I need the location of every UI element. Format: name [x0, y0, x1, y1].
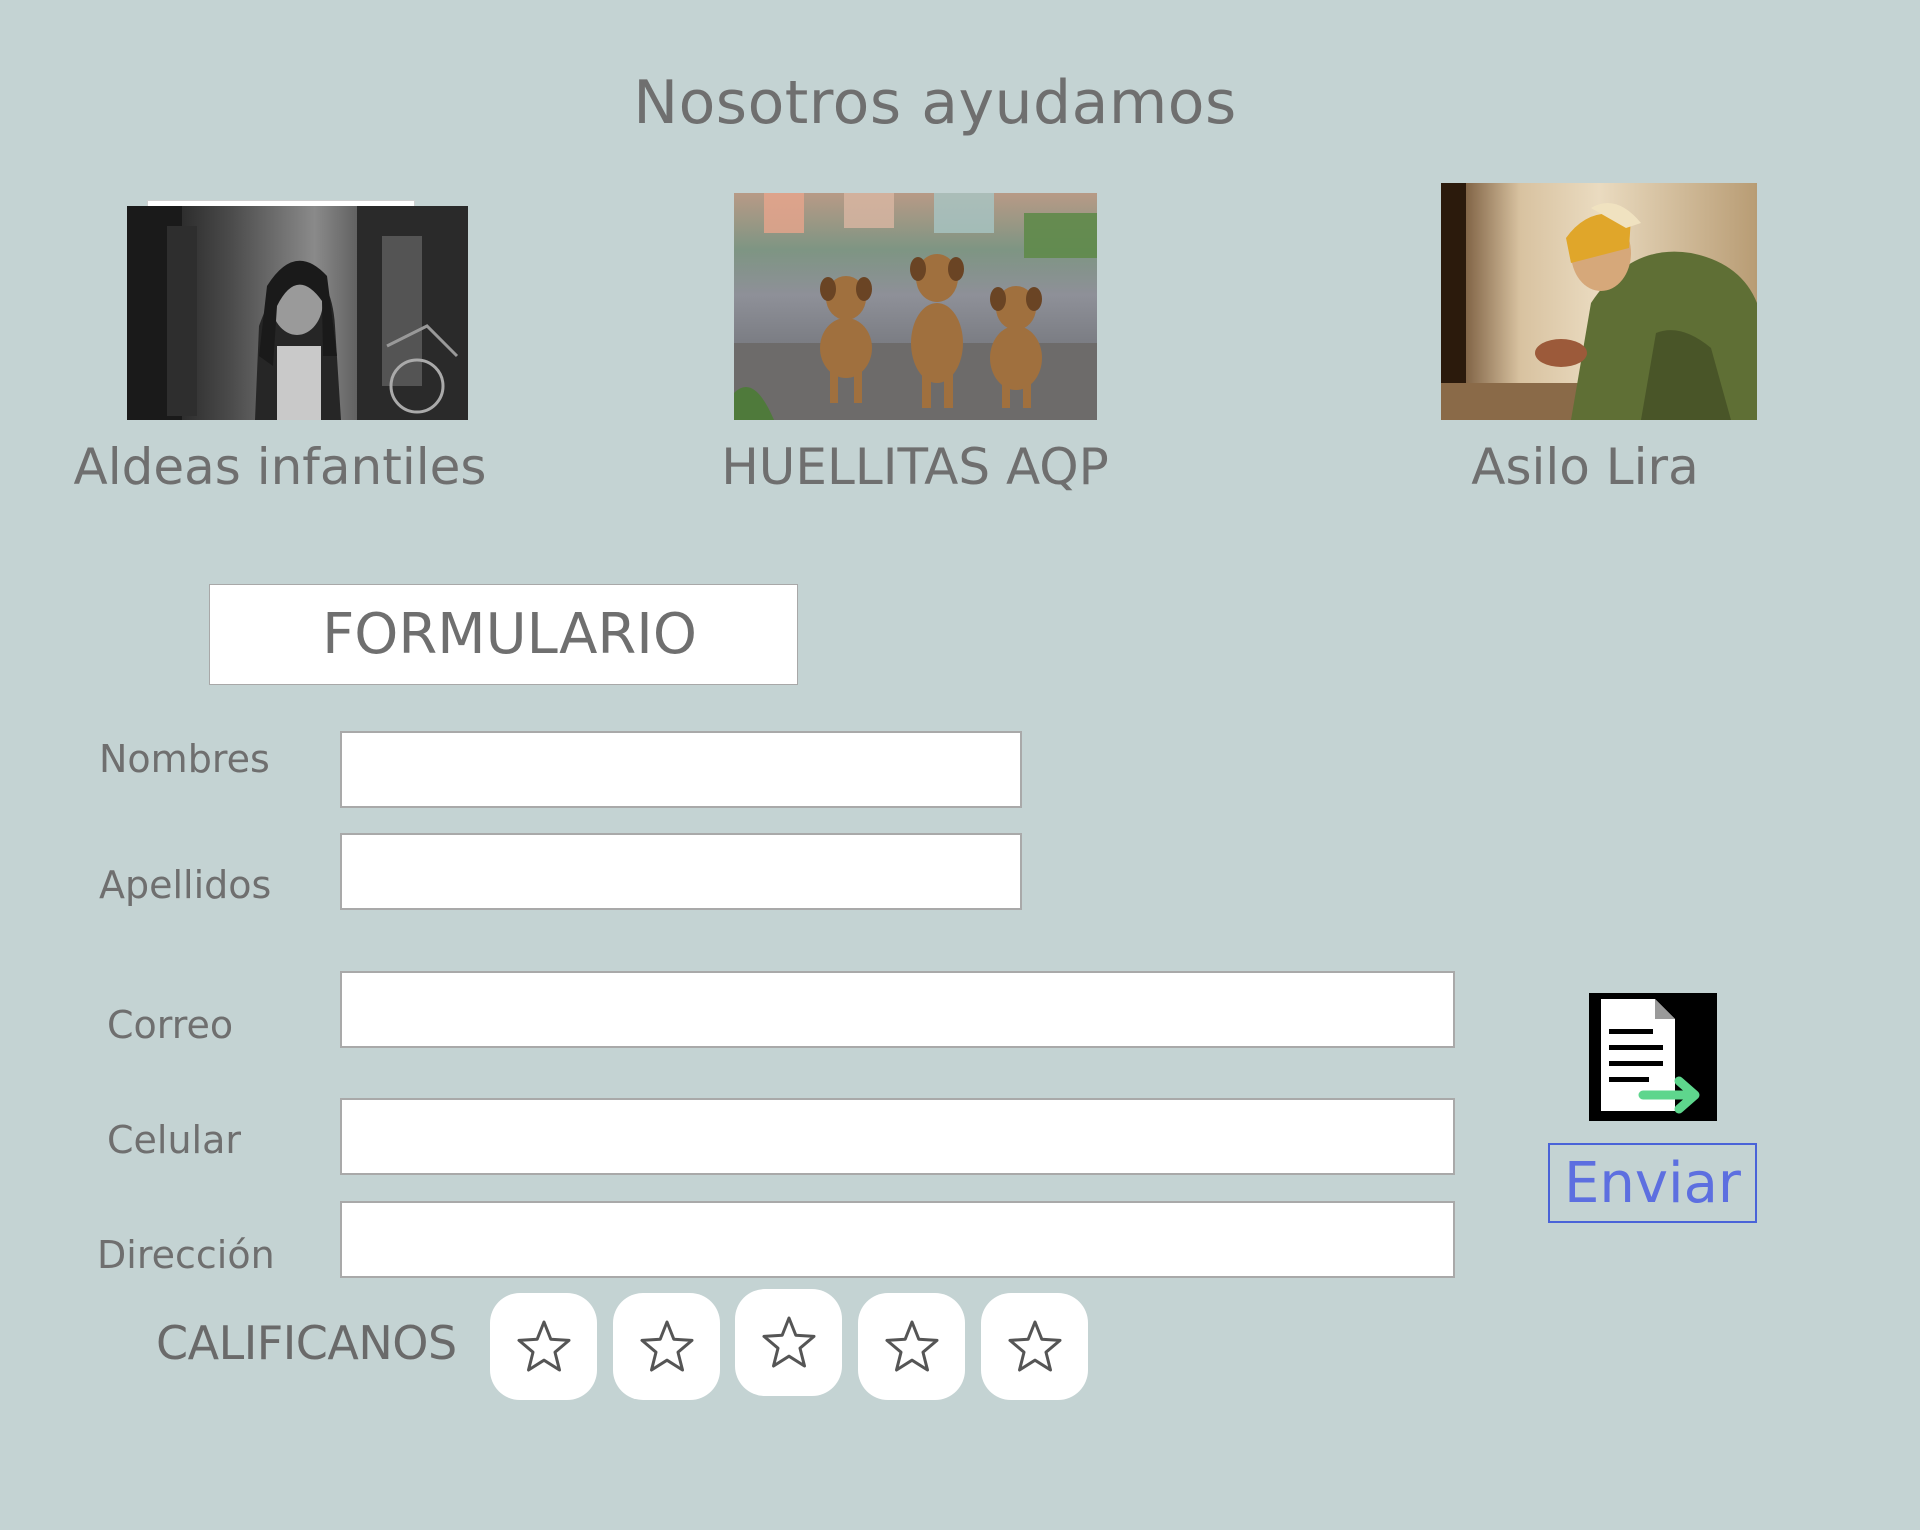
- label-apellidos: Apellidos: [99, 863, 272, 907]
- rating-star-button[interactable]: [981, 1293, 1088, 1400]
- org-name-huellitas: HUELLITAS AQP: [721, 438, 1109, 496]
- rating-star-button[interactable]: [613, 1293, 720, 1400]
- page-title: Nosotros ayudamos: [633, 68, 1237, 138]
- direccion-input[interactable]: [340, 1201, 1455, 1278]
- star-outline-icon: [885, 1320, 938, 1371]
- elderly-man-photo: [1441, 183, 1757, 420]
- label-celular: Celular: [107, 1118, 242, 1162]
- label-correo: Correo: [107, 1003, 234, 1047]
- star-outline-icon: [640, 1320, 693, 1371]
- nombres-input[interactable]: [340, 731, 1022, 808]
- three-puppies-photo: [734, 193, 1097, 420]
- rating-star-button[interactable]: [490, 1293, 597, 1400]
- celular-input[interactable]: [340, 1098, 1455, 1175]
- org-name-aldeas: Aldeas infantiles: [73, 438, 487, 496]
- document-send-icon[interactable]: [1589, 993, 1717, 1121]
- rating-star-button[interactable]: [858, 1293, 965, 1400]
- apellidos-input[interactable]: [340, 833, 1022, 910]
- girl-portrait-photo: [127, 206, 468, 420]
- form-title: FORMULARIO: [209, 584, 798, 685]
- send-button[interactable]: Enviar: [1548, 1143, 1757, 1223]
- correo-input[interactable]: [340, 971, 1455, 1048]
- rating-label: CALIFICANOS: [156, 1316, 457, 1370]
- star-outline-icon: [1008, 1320, 1061, 1371]
- star-outline-icon: [762, 1316, 815, 1367]
- rating-star-button[interactable]: [735, 1289, 842, 1396]
- star-outline-icon: [517, 1320, 570, 1371]
- label-direccion: Dirección: [97, 1233, 275, 1277]
- org-name-asilo: Asilo Lira: [1471, 438, 1699, 496]
- label-nombres: Nombres: [99, 737, 270, 781]
